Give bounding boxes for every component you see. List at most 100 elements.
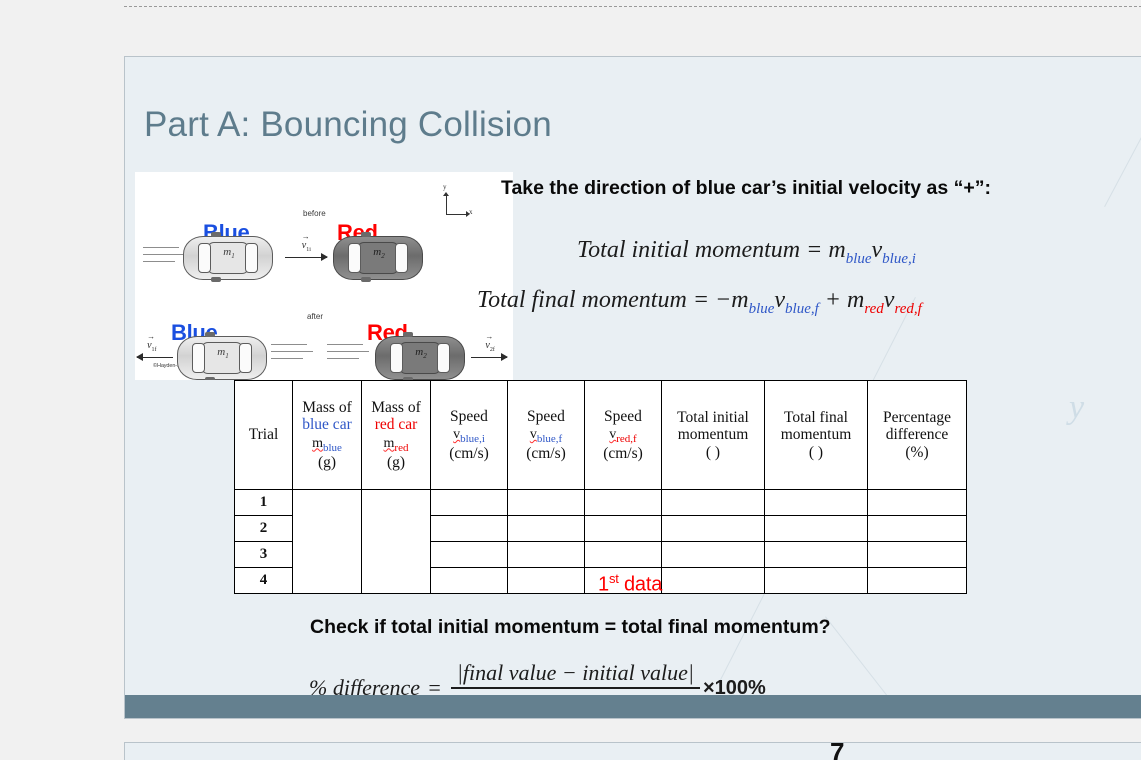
after-blue-velocity-arrow: v1f <box>136 340 173 362</box>
cell-speed-red-f[interactable] <box>584 515 662 542</box>
cell-total-final[interactable] <box>764 489 868 516</box>
total-final-momentum-equation: Total final momentum = −mbluevblue,f + m… <box>477 287 922 318</box>
header-mass-blue: Mass of blue car mblue (g) <box>292 380 362 490</box>
header-trial: Trial <box>234 380 293 490</box>
header-total-initial-unit: ( ) <box>705 443 721 461</box>
cell-speed-red-f[interactable] <box>584 489 662 516</box>
after-red-velocity-arrow: v2f <box>471 340 508 362</box>
direction-convention-text: Take the direction of blue car’s initial… <box>501 177 991 199</box>
eq-final-v1: v <box>774 287 786 313</box>
after-blue-speed-lines <box>271 344 313 365</box>
cell-speed-blue-f[interactable] <box>507 567 585 594</box>
header-mass-red-l1: Mass of <box>371 398 421 416</box>
header-speed-red-f: Speed vred,f (cm/s) <box>584 380 662 490</box>
header-pct-l1: Percentage <box>883 408 951 426</box>
header-speed-blue-i-symbol-sub: blue,i <box>460 432 485 445</box>
eq-initial-v: v <box>871 237 883 263</box>
after-red-speed-lines <box>327 344 369 365</box>
header-speed-blue-f-l1: Speed <box>527 407 565 425</box>
header-total-final-unit: ( ) <box>808 443 824 461</box>
cell-trial: 4 <box>234 567 293 594</box>
cell-total-initial[interactable] <box>661 541 765 568</box>
cell-pct-diff[interactable] <box>867 541 967 568</box>
next-slide-preview[interactable]: 7 <box>124 742 1141 760</box>
eq-initial-m-sub: blue <box>845 250 872 267</box>
collision-diagram-image: before after ©Hayden-McNeil, LLC y x Blu… <box>135 172 513 380</box>
eq-initial-m: m <box>828 237 846 263</box>
cell-total-initial[interactable] <box>661 515 765 542</box>
after-red-car: m2 <box>375 332 465 380</box>
header-trial-label: Trial <box>248 426 279 444</box>
cell-total-initial[interactable] <box>661 567 765 594</box>
header-total-final-l2: momentum <box>780 426 852 444</box>
cell-speed-blue-i[interactable] <box>430 489 508 516</box>
eq-final-equals: = <box>692 287 710 313</box>
cell-speed-blue-f[interactable] <box>507 515 585 542</box>
first-data-annotation-number: 1 <box>598 573 609 596</box>
cell-total-initial[interactable] <box>661 489 765 516</box>
slide-part-a[interactable]: y Part A: Bouncing Collision before afte… <box>124 56 1141 719</box>
diagram-after-label: after <box>307 312 324 321</box>
cell-pct-diff[interactable] <box>867 567 967 594</box>
cell-pct-diff[interactable] <box>867 515 967 542</box>
cell-speed-blue-i[interactable] <box>430 567 508 594</box>
first-data-annotation-ordinal: st <box>608 571 619 586</box>
coordinate-axes-icon: y x <box>441 183 475 220</box>
cell-speed-blue-f[interactable] <box>507 541 585 568</box>
before-red-car-mass-symbol: m2 <box>373 246 385 261</box>
header-total-initial-l1: Total initial <box>677 408 749 426</box>
pct-formula-numerator: |final value − initial value| <box>456 660 694 685</box>
header-speed-blue-f: Speed vblue,f (cm/s) <box>507 380 585 490</box>
total-initial-momentum-equation: Total initial momentum = mbluevblue,i <box>577 237 916 268</box>
cell-pct-diff[interactable] <box>867 489 967 516</box>
header-total-final-l1: Total final <box>784 408 848 426</box>
eq-initial-equals: = <box>806 237 823 263</box>
header-speed-red-f-unit: (cm/s) <box>603 445 643 463</box>
axis-y-label: y <box>443 183 447 191</box>
cell-trial: 1 <box>234 489 293 516</box>
first-data-annotation-rest: data <box>618 573 663 596</box>
cell-total-final[interactable] <box>764 567 868 594</box>
cell-total-final[interactable] <box>764 541 868 568</box>
slide-viewer: y Part A: Bouncing Collision before afte… <box>0 0 1141 760</box>
header-pct-unit: (%) <box>905 443 929 461</box>
after-blue-car-mass-symbol: m1 <box>217 346 229 361</box>
header-mass-red-symbol-sub: red <box>394 441 409 454</box>
first-data-annotation: 1st data <box>598 571 662 597</box>
cell-trial: 3 <box>234 541 293 568</box>
eq-final-minus: − <box>715 287 732 313</box>
header-speed-blue-i-unit: (cm/s) <box>449 445 489 463</box>
cell-mass-red[interactable] <box>361 489 431 594</box>
header-speed-blue-i-l1: Speed <box>450 407 488 425</box>
slide-separator-rule <box>124 6 1141 7</box>
before-blue-car: m1 <box>183 232 273 282</box>
header-total-final-momentum: Total final momentum ( ) <box>764 380 868 490</box>
next-slide-page-number: 7 <box>830 742 845 760</box>
table-row[interactable]: 1 <box>234 489 967 594</box>
check-momentum-question: Check if total initial momentum = total … <box>310 616 831 638</box>
eq-final-v1-sub: blue,f <box>785 300 819 317</box>
cell-speed-blue-i[interactable] <box>430 541 508 568</box>
header-speed-blue-f-unit: (cm/s) <box>526 445 566 463</box>
before-blue-speed-lines <box>143 247 185 268</box>
cell-speed-blue-i[interactable] <box>430 515 508 542</box>
header-mass-blue-l2: blue car <box>302 416 352 434</box>
page-title: Part A: Bouncing Collision <box>144 105 552 144</box>
cell-speed-blue-f[interactable] <box>507 489 585 516</box>
header-speed-red-f-l1: Speed <box>604 407 642 425</box>
eq-final-v2-sub: red,f <box>894 300 922 317</box>
eq-initial-v-sub: blue,i <box>882 250 916 267</box>
header-pct-l2: difference <box>885 426 949 444</box>
data-table[interactable]: Trial Mass of blue car mblue (g) Mass of… <box>234 380 967 594</box>
eq-final-plus: + <box>824 287 841 313</box>
header-mass-red-unit: (g) <box>386 453 406 471</box>
header-total-initial-momentum: Total initial momentum ( ) <box>661 380 765 490</box>
axis-x-label: x <box>469 208 473 216</box>
cell-total-final[interactable] <box>764 515 868 542</box>
before-blue-car-mass-symbol: m1 <box>223 246 235 261</box>
header-mass-red-l2: red car <box>374 416 418 434</box>
eq-initial-lhs: Total initial momentum <box>577 237 801 263</box>
cell-mass-blue[interactable] <box>292 489 362 594</box>
table-header-row: Trial Mass of blue car mblue (g) Mass of… <box>234 380 967 490</box>
cell-speed-red-f[interactable] <box>584 541 662 568</box>
